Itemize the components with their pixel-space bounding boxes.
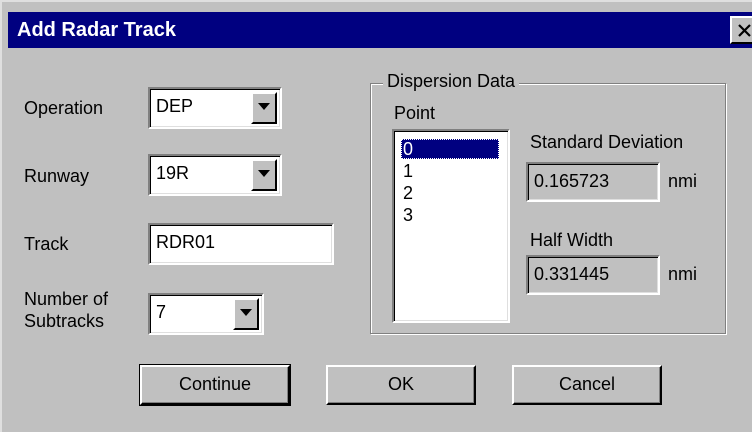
title-bar[interactable]: Add Radar Track <box>8 12 752 48</box>
runway-value: 19R <box>156 163 190 183</box>
list-item[interactable]: 0 <box>401 139 499 159</box>
operation-value: DEP <box>156 96 194 116</box>
runway-dropdown[interactable]: 19R <box>148 154 282 196</box>
half-width-value: 0.331445 <box>534 264 610 284</box>
continue-button[interactable]: Continue <box>139 364 291 406</box>
cancel-button[interactable]: Cancel <box>512 365 662 405</box>
half-width-label: Half Width <box>530 230 614 250</box>
std-dev-value: 0.165723 <box>534 171 610 191</box>
std-dev-unit: nmi <box>668 171 698 191</box>
close-icon <box>738 24 751 37</box>
track-input[interactable]: RDR01 <box>148 223 334 265</box>
subtracks-value: 7 <box>156 302 167 322</box>
half-width-unit: nmi <box>668 264 698 284</box>
close-button[interactable] <box>730 16 752 44</box>
list-item[interactable]: 1 <box>401 161 499 181</box>
std-dev-label: Standard Deviation <box>530 132 684 152</box>
add-radar-track-dialog: Add Radar Track Operation DEP Runway 19R… <box>0 0 752 432</box>
half-width-field: 0.331445 <box>526 255 660 295</box>
list-item[interactable]: 2 <box>401 183 499 203</box>
point-label: Point <box>394 103 436 123</box>
chevron-down-icon <box>258 170 270 177</box>
runway-label: Runway <box>24 166 90 186</box>
subtracks-dropdown[interactable]: 7 <box>148 293 264 335</box>
subtracks-label-line1: Number of <box>24 289 109 309</box>
operation-dropdown-button[interactable] <box>251 92 277 124</box>
runway-dropdown-button[interactable] <box>251 159 277 191</box>
operation-label: Operation <box>24 98 104 118</box>
track-label: Track <box>24 234 69 254</box>
subtracks-label-line2: Subtracks <box>24 311 105 331</box>
subtracks-dropdown-button[interactable] <box>233 298 259 330</box>
chevron-down-icon <box>258 103 270 110</box>
dialog-title: Add Radar Track <box>17 19 176 41</box>
chevron-down-icon <box>240 309 252 316</box>
ok-button[interactable]: OK <box>326 365 476 405</box>
dispersion-group-title: Dispersion Data <box>383 70 520 92</box>
list-item[interactable]: 3 <box>401 205 499 225</box>
track-value: RDR01 <box>156 232 216 252</box>
point-listbox[interactable]: 0 1 2 3 <box>392 129 510 323</box>
std-dev-field: 0.165723 <box>526 162 660 202</box>
operation-dropdown[interactable]: DEP <box>148 87 282 129</box>
